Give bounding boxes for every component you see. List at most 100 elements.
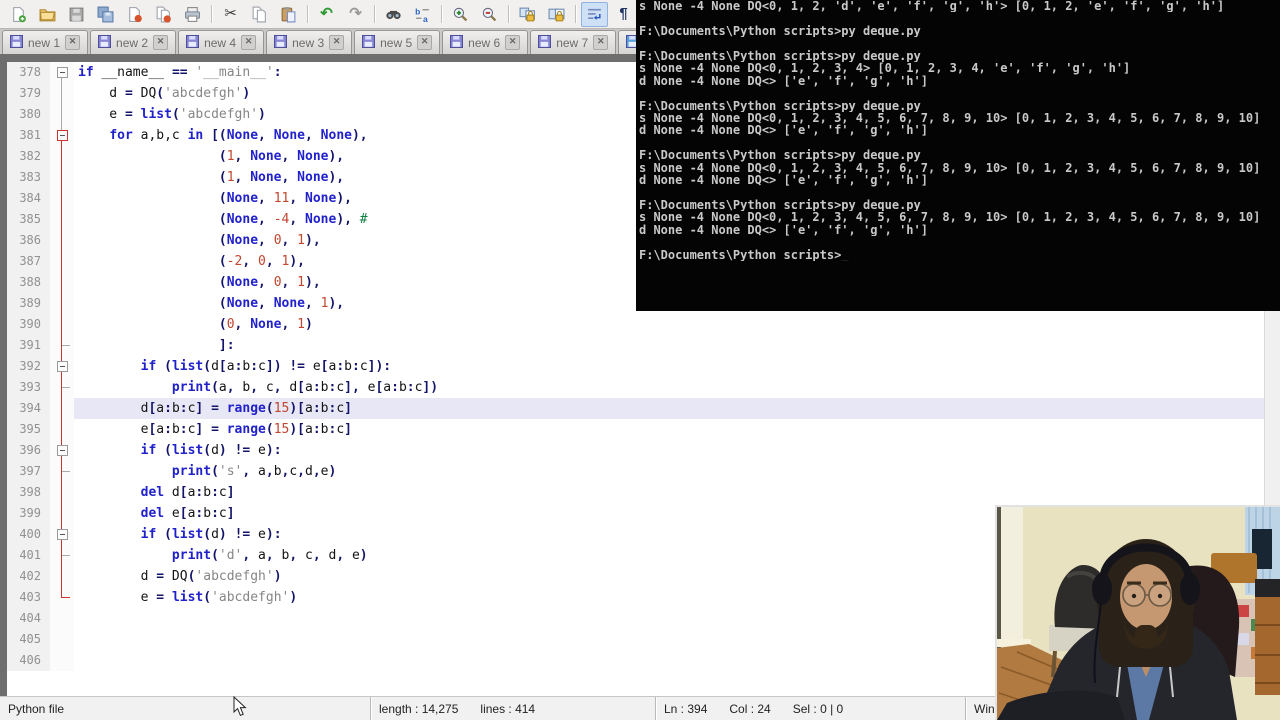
fold-collapse-icon[interactable]: [56, 529, 68, 540]
find-button[interactable]: [380, 2, 407, 27]
fold-margin: [50, 629, 74, 650]
tab-new-3[interactable]: new 3 ✕: [266, 30, 353, 54]
tab-label: new 4: [204, 35, 237, 50]
editor-top-divider: [0, 54, 636, 62]
undo-button[interactable]: ↶: [313, 2, 340, 27]
terminal-output-row: s None -4 None DQ<0, 1, 2, 'd', 'e', 'f'…: [639, 0, 1225, 13]
code-line: 395 e[a:b:c] = range(15)[a:b:c]: [7, 419, 1264, 440]
status-caret-position: Ln : 394 Col : 24 Sel : 0 | 0: [655, 697, 965, 720]
tab-close-icon[interactable]: ✕: [593, 35, 609, 50]
fold-end-tick: [62, 597, 70, 598]
terminal-output-row: d None -4 None DQ<> ['e', 'f', 'g', 'h']: [639, 74, 928, 88]
fold-collapse-icon[interactable]: [56, 67, 68, 78]
fold-end-tick: [62, 345, 70, 346]
terminal-cursor: _: [841, 248, 849, 262]
headphones-left-cup: [1092, 573, 1112, 605]
close-all-button[interactable]: [150, 2, 177, 27]
code-text: d[a:b:c] = range(15)[a:b:c]: [78, 401, 352, 416]
fold-margin: [50, 524, 74, 545]
tab-label: new 7: [556, 35, 589, 50]
print-button[interactable]: [179, 2, 206, 27]
tab-new-4[interactable]: new 4 ✕: [178, 30, 265, 54]
saved-floppy-icon: [98, 34, 112, 51]
line-number: 386: [7, 230, 50, 251]
copy-icon: [251, 6, 268, 23]
fold-margin: [50, 251, 74, 272]
tab-new-5[interactable]: new 5 ✕: [354, 30, 441, 54]
tab-close-icon[interactable]: ✕: [329, 35, 345, 50]
cut-button[interactable]: ✂: [217, 2, 244, 27]
fold-end-tick: [62, 555, 70, 556]
line-number: 383: [7, 167, 50, 188]
word-wrap-button[interactable]: [581, 1, 608, 27]
code-line: 393 print(a, b, c, d[a:b:c], e[a:b:c]): [7, 377, 1264, 398]
code-text: if (list(d) != e):: [140, 443, 282, 458]
beard-chin: [1135, 625, 1157, 645]
sync-scroll-v-button[interactable]: [514, 2, 541, 27]
terminal-output-row: s None -4 None DQ<0, 1, 2, 3, 4, 5, 6, 7…: [639, 111, 1261, 125]
sync-scroll-h-icon: [548, 6, 565, 23]
show-all-chars-button[interactable]: ¶: [610, 2, 637, 27]
terminal-prompt-row: F:\Documents\Python scripts>py deque.py: [639, 149, 921, 162]
saved-floppy-icon: [362, 34, 376, 51]
terminal-prompt-row: F:\Documents\Python scripts>py deque.py: [639, 99, 921, 112]
terminal-prompt-row: F:\Documents\Python scripts>py deque.py: [639, 199, 921, 212]
redo-button[interactable]: ↷: [342, 2, 369, 27]
toolbar-separator: [441, 5, 442, 23]
close-button[interactable]: [121, 2, 148, 27]
show-all-chars-icon: ¶: [619, 5, 628, 22]
fold-margin: [50, 146, 74, 167]
code-text: ]:: [218, 338, 235, 353]
terminal-output-row: s None -4 None DQ<0, 1, 2, 3, 4> [0, 1, …: [639, 62, 1131, 75]
save-all-button[interactable]: [92, 2, 119, 27]
fold-margin: [50, 587, 74, 608]
open-folder-button[interactable]: [34, 2, 61, 27]
terminal-blank-row: [636, 87, 1280, 99]
tab-label: new 5: [380, 35, 413, 50]
headphones-right-cup: [1180, 573, 1200, 605]
tab-close-icon[interactable]: ✕: [65, 35, 81, 50]
line-number: 382: [7, 146, 50, 167]
new-file-icon: [10, 6, 27, 23]
tab-new-2[interactable]: new 2 ✕: [90, 30, 177, 54]
fold-collapse-icon[interactable]: [56, 445, 68, 456]
toolbar-separator: [211, 5, 212, 23]
code-text: print('s', a,b,c,d,e): [171, 464, 337, 479]
tab-close-icon[interactable]: ✕: [505, 35, 521, 50]
cmd-terminal-window[interactable]: s None -4 None DQ<0, 1, 2, 'd', 'e', 'f'…: [636, 0, 1280, 311]
fold-end-tick: [62, 387, 70, 388]
copy-button[interactable]: [246, 2, 273, 27]
word-wrap-icon: [586, 6, 603, 23]
status-col-label: Col : 24: [729, 701, 771, 716]
dresser: [1255, 595, 1280, 695]
tab-new-1[interactable]: new 1 ✕: [2, 30, 89, 54]
fold-collapse-icon[interactable]: [56, 361, 68, 372]
status-lines-label: lines : 414: [480, 701, 536, 716]
zoom-out-button[interactable]: [476, 2, 503, 27]
tab-close-icon[interactable]: ✕: [417, 35, 433, 50]
code-text: print(a, b, c, d[a:b:c], e[a:b:c]): [171, 380, 439, 395]
line-number: 379: [7, 83, 50, 104]
paste-button[interactable]: [275, 2, 302, 27]
zoom-in-button[interactable]: [447, 2, 474, 27]
code-text: e[a:b:c] = range(15)[a:b:c]: [78, 422, 352, 437]
tab-new-7[interactable]: new 7 ✕: [530, 30, 617, 54]
fold-margin: [50, 503, 74, 524]
sync-scroll-h-button[interactable]: [543, 2, 570, 27]
toolbar-separator: [307, 5, 308, 23]
tab-close-icon[interactable]: ✕: [153, 35, 169, 50]
saved-floppy-icon: [274, 34, 288, 51]
fold-margin: [50, 293, 74, 314]
tab-close-icon[interactable]: ✕: [241, 35, 257, 50]
tab-new-6[interactable]: new 6 ✕: [442, 30, 529, 54]
line-number: 381: [7, 125, 50, 146]
svg-text:b: b: [415, 6, 420, 16]
fold-collapse-icon[interactable]: [56, 130, 68, 141]
save-button[interactable]: [63, 2, 90, 27]
replace-button[interactable]: ba: [409, 2, 436, 27]
code-line: 398 del d[a:b:c]: [7, 482, 1264, 503]
new-file-button[interactable]: [5, 2, 32, 27]
tab-label: new 1: [28, 35, 61, 50]
line-number: 387: [7, 251, 50, 272]
fold-margin: [50, 461, 74, 482]
